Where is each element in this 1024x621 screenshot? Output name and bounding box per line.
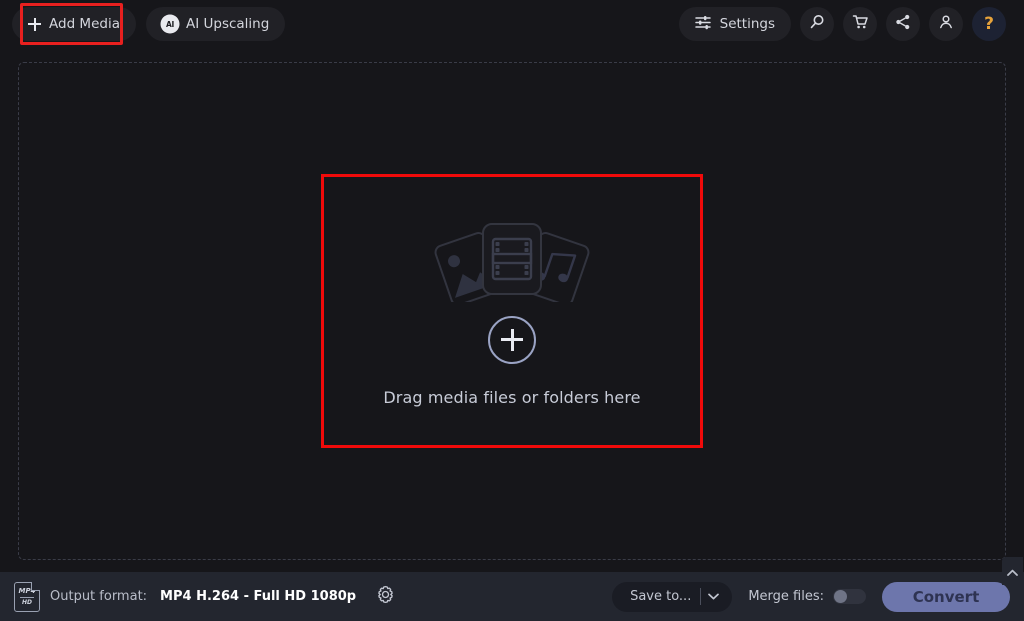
ai-upscaling-button[interactable]: AI AI Upscaling	[145, 7, 286, 41]
account-button[interactable]	[929, 7, 963, 41]
mp4-file-icon: MP4 HD	[14, 581, 40, 612]
toolbar-left-group: Add Media AI AI Upscaling	[12, 7, 286, 41]
shopping-cart-icon	[852, 14, 869, 34]
search-button[interactable]	[800, 7, 834, 41]
merge-files-toggle[interactable]	[833, 589, 866, 604]
add-media-label: Add Media	[49, 16, 120, 32]
settings-button[interactable]: Settings	[678, 7, 791, 41]
share-nodes-icon	[895, 14, 911, 34]
sliders-icon	[694, 15, 712, 34]
format-icon-line2: HD	[21, 598, 32, 606]
plus-circle-icon	[501, 328, 523, 351]
output-format-label: Output format:	[50, 589, 148, 604]
status-bar-right-group: Save to... Merge files: Convert	[612, 581, 1010, 612]
merge-files-label: Merge files:	[748, 589, 824, 604]
ai-upscaling-label: AI Upscaling	[185, 16, 270, 32]
cart-button[interactable]	[843, 7, 877, 41]
plus-icon	[28, 17, 41, 31]
merge-files-group: Merge files:	[748, 589, 866, 604]
ai-chip-icon: AI	[161, 16, 178, 32]
user-icon	[938, 14, 954, 34]
convert-button[interactable]: Convert	[882, 581, 1010, 612]
question-mark-icon: ?	[984, 13, 994, 34]
drop-zone[interactable]: Drag media files or folders here	[321, 174, 703, 448]
media-workspace[interactable]: Drag media files or folders here	[18, 62, 1023, 585]
top-toolbar: Add Media AI AI Upscaling Settings ?	[0, 0, 1024, 48]
output-format-value[interactable]: MP4 H.264 - Full HD 1080p	[160, 589, 356, 604]
add-files-circle-button[interactable]	[488, 315, 536, 364]
gear-icon	[376, 585, 395, 608]
chevron-up-icon	[1007, 562, 1018, 581]
toolbar-right-group: Settings ?	[678, 7, 1012, 41]
scroll-up-button[interactable]	[1002, 557, 1023, 585]
format-settings-button[interactable]	[372, 584, 398, 610]
save-to-divider	[700, 588, 702, 605]
format-icon-divider	[20, 596, 34, 598]
drop-zone-label: Drag media files or folders here	[383, 387, 641, 407]
share-button[interactable]	[886, 7, 920, 41]
video-converter-window: Add Media AI AI Upscaling Settings ? Dra…	[0, 0, 1024, 621]
film-card-icon	[482, 222, 542, 295]
chevron-down-icon[interactable]	[708, 593, 728, 600]
magnifier-icon	[809, 14, 825, 34]
media-cards-illustration	[424, 216, 600, 302]
settings-label: Settings	[719, 16, 775, 32]
add-media-button[interactable]: Add Media	[12, 7, 136, 41]
help-button[interactable]: ?	[972, 7, 1006, 41]
format-icon-line1: MP4	[18, 586, 36, 595]
save-to-dropdown[interactable]: Save to...	[612, 581, 733, 612]
status-bar: MP4 HD Output format: MP4 H.264 - Full H…	[0, 572, 1024, 621]
toggle-knob	[834, 590, 847, 603]
save-to-label: Save to...	[630, 589, 692, 604]
